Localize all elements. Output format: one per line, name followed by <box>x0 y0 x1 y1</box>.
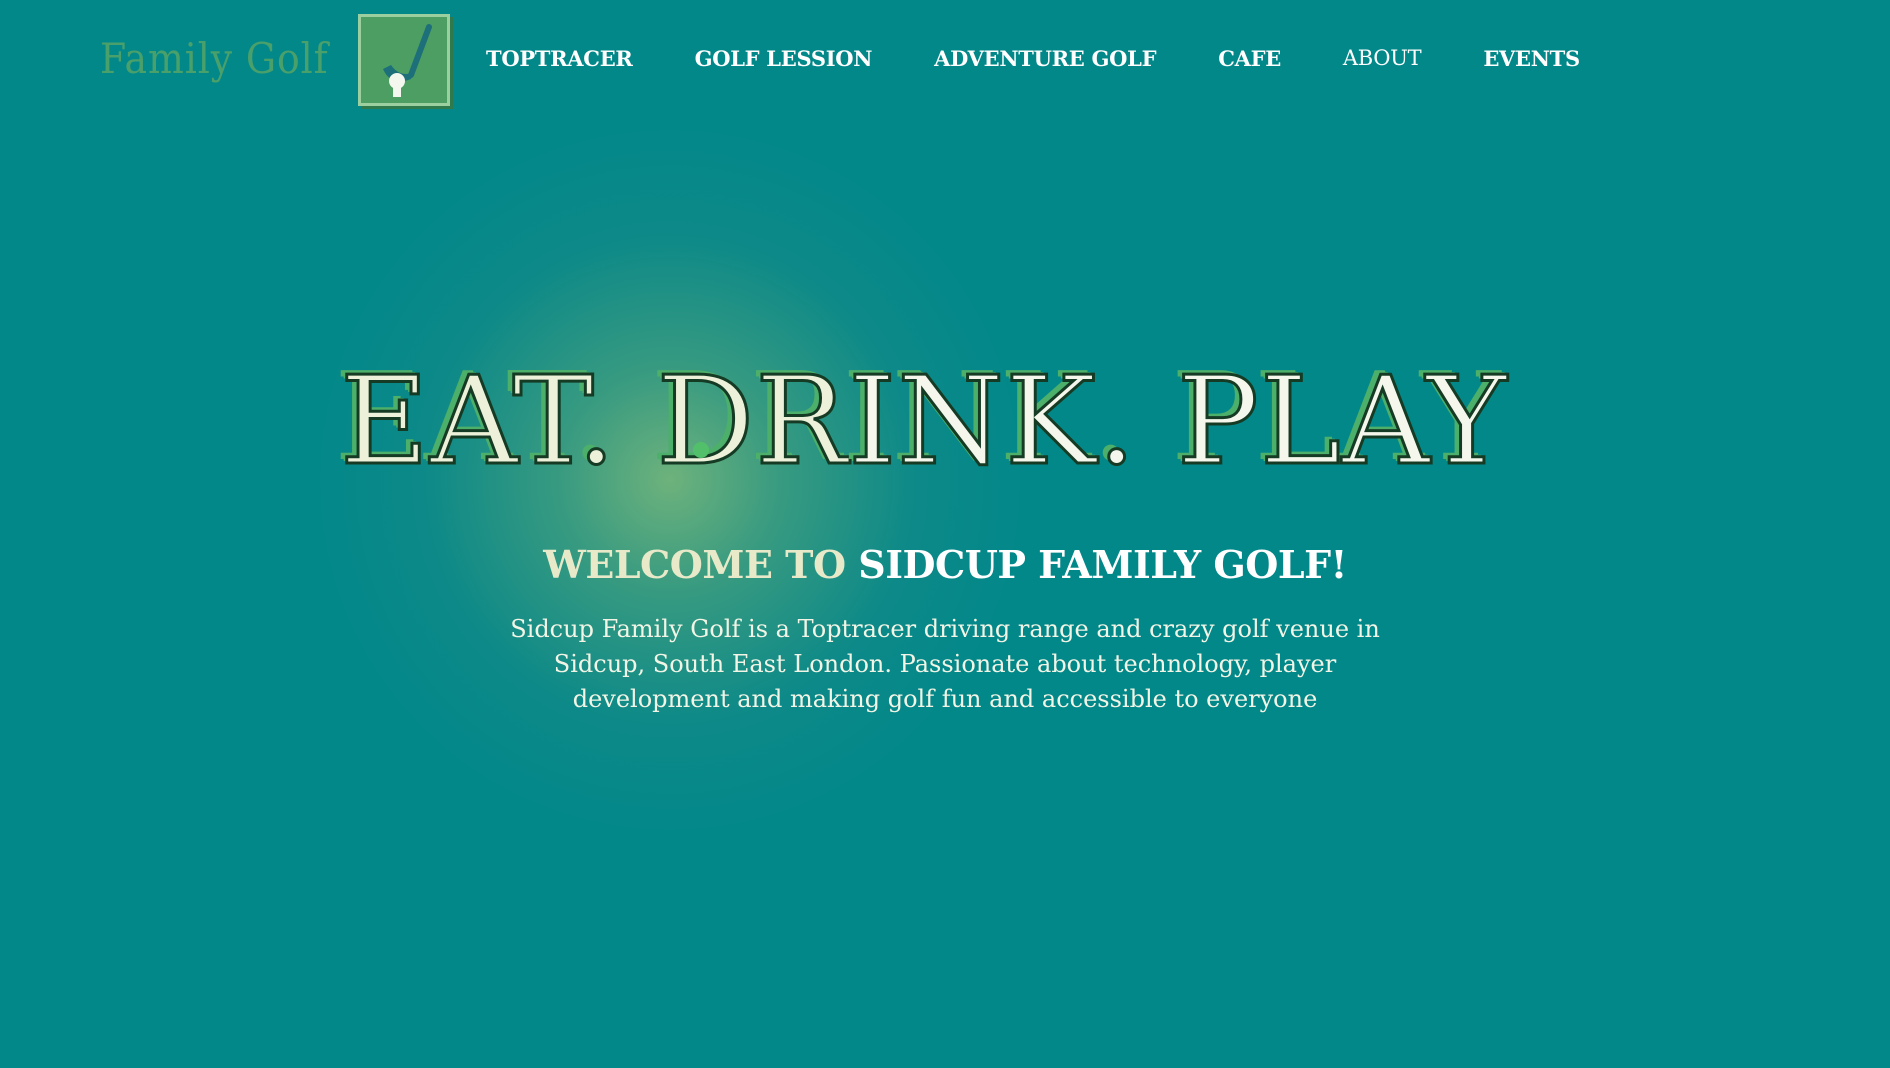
welcome-heading: WELCOME TO SIDCUP FAMILY GOLF! <box>0 542 1890 587</box>
hero-title-part1: EAT. DR <box>338 350 849 492</box>
golf-club-icon-svg <box>382 24 432 97</box>
nav-adventure-golf[interactable]: ADVENTURE GOLF <box>934 46 1156 71</box>
hero-title: EAT. DRINK. PLAY <box>338 359 1508 484</box>
nav-cafe[interactable]: CAFE <box>1218 46 1281 71</box>
golf-ball-dot <box>693 442 709 458</box>
nav-events[interactable]: EVENTS <box>1483 46 1580 71</box>
welcome-prefix: WELCOME TO <box>543 542 859 587</box>
intro-paragraph: Sidcup Family Golf is a Toptracer drivin… <box>510 615 1380 713</box>
golf-club-icon <box>357 14 450 106</box>
main-nav: TOPTRACER GOLF LESSION ADVENTURE GOLF CA… <box>486 46 1642 71</box>
site-header: Family Golf TOPTRACER GOLF LESSION ADVEN… <box>0 0 1890 120</box>
nav-golf-lession[interactable]: GOLF LESSION <box>695 46 873 71</box>
welcome-venue: SIDCUP FAMILY GOLF! <box>858 542 1347 587</box>
logo-text: Family Golf <box>100 33 329 83</box>
site-logo[interactable]: Family Golf <box>100 12 450 106</box>
nav-toptracer[interactable]: TOPTRACER <box>486 46 633 71</box>
nav-about[interactable]: ABOUT <box>1343 46 1422 71</box>
hero-title-part2: INK. PLAY <box>847 350 1508 492</box>
